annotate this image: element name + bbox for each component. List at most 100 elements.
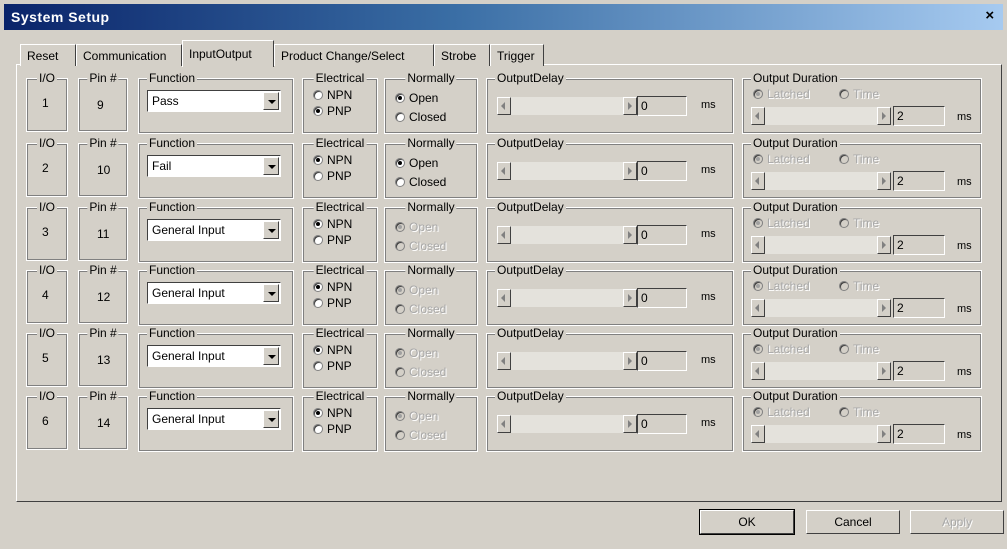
tab-communication[interactable]: Communication <box>76 44 182 66</box>
npn-radio-dot <box>313 345 323 355</box>
tab-product-change-select[interactable]: Product Change/Select <box>274 44 434 66</box>
scroll-left-icon[interactable] <box>497 289 511 307</box>
latched-radio-label: Latched <box>767 152 810 166</box>
function-select[interactable]: Fail <box>147 155 281 177</box>
scroll-left-icon[interactable] <box>751 362 765 380</box>
open-radio-label: Open <box>409 409 439 423</box>
close-icon[interactable]: × <box>981 7 999 25</box>
function-select[interactable]: General Input <box>147 345 281 367</box>
output-delay-slider[interactable] <box>497 226 637 244</box>
output-delay-group: OutputDelay 0 ms <box>486 326 734 389</box>
ok-button[interactable]: OK <box>699 509 795 535</box>
output-duration-value: 2 <box>893 424 945 444</box>
electrical-group-label: Electrical <box>313 326 367 340</box>
output-duration-unit: ms <box>957 176 972 188</box>
output-duration-slider[interactable] <box>751 236 891 254</box>
chevron-down-icon[interactable] <box>263 410 279 428</box>
electrical-group: Electrical NPN PNP <box>302 71 378 134</box>
cancel-button[interactable]: Cancel <box>806 510 900 534</box>
scroll-left-icon[interactable] <box>751 236 765 254</box>
scroll-left-icon[interactable] <box>751 107 765 125</box>
pin-group: Pin # 13 <box>78 326 128 387</box>
electrical-group: Electrical NPN PNP <box>302 263 378 326</box>
normally-group-label: Normally <box>405 326 457 340</box>
function-group: Function General Input <box>138 200 294 263</box>
scroll-left-icon[interactable] <box>751 425 765 443</box>
scroll-right-icon[interactable] <box>623 226 637 244</box>
io-group-label: I/O <box>36 71 58 85</box>
latched-radio-label: Latched <box>767 216 810 230</box>
closed-radio-dot <box>395 177 405 187</box>
scroll-left-icon[interactable] <box>497 226 511 244</box>
output-delay-group-label: OutputDelay <box>495 263 566 277</box>
output-delay-slider[interactable] <box>497 162 637 180</box>
chevron-down-icon[interactable] <box>263 92 279 110</box>
latched-radio-dot <box>753 344 763 354</box>
output-delay-slider[interactable] <box>497 415 637 433</box>
pnp-radio-dot <box>313 171 323 181</box>
scroll-right-icon[interactable] <box>623 352 637 370</box>
function-select[interactable]: General Input <box>147 408 281 430</box>
function-group: Function Pass <box>138 71 294 134</box>
pin-group: Pin # 14 <box>78 389 128 450</box>
function-select[interactable]: General Input <box>147 219 281 241</box>
scroll-right-icon[interactable] <box>623 289 637 307</box>
npn-radio-dot <box>313 219 323 229</box>
pnp-radio-label: PNP <box>327 296 352 310</box>
scroll-right-icon[interactable] <box>877 107 891 125</box>
chevron-down-icon[interactable] <box>263 221 279 239</box>
output-delay-value: 0 <box>637 225 687 245</box>
closed-radio-label: Closed <box>409 175 447 189</box>
scroll-left-icon[interactable] <box>497 415 511 433</box>
tab-inputoutput[interactable]: InputOutput <box>182 40 274 67</box>
output-duration-slider[interactable] <box>751 107 891 125</box>
output-delay-slider[interactable] <box>497 352 637 370</box>
output-duration-slider[interactable] <box>751 172 891 190</box>
function-group: Function Fail <box>138 136 294 199</box>
chevron-down-icon[interactable] <box>263 157 279 175</box>
scroll-right-icon[interactable] <box>623 415 637 433</box>
output-delay-group-label: OutputDelay <box>495 200 566 214</box>
io-group: I/O 5 <box>26 326 68 387</box>
scroll-right-icon[interactable] <box>877 172 891 190</box>
scroll-right-icon[interactable] <box>877 362 891 380</box>
pin-group-label: Pin # <box>87 200 119 214</box>
scroll-right-icon[interactable] <box>623 97 637 115</box>
npn-radio-label: NPN <box>327 88 353 102</box>
output-duration-slider[interactable] <box>751 299 891 317</box>
scroll-left-icon[interactable] <box>497 97 511 115</box>
scroll-right-icon[interactable] <box>623 162 637 180</box>
function-select[interactable]: Pass <box>147 90 281 112</box>
npn-radio-label: NPN <box>327 280 353 294</box>
latched-radio-dot <box>753 281 763 291</box>
pin-number: 13 <box>97 353 111 367</box>
io-number: 3 <box>42 225 49 239</box>
output-duration-slider[interactable] <box>751 425 891 443</box>
npn-radio-label: NPN <box>327 343 353 357</box>
chevron-down-icon[interactable] <box>263 284 279 302</box>
time-radio-label: Time <box>853 152 880 166</box>
io-group: I/O 3 <box>26 200 68 261</box>
scroll-right-icon[interactable] <box>877 425 891 443</box>
scroll-left-icon[interactable] <box>751 172 765 190</box>
output-delay-slider[interactable] <box>497 289 637 307</box>
tab-trigger[interactable]: Trigger <box>490 44 544 66</box>
function-select[interactable]: General Input <box>147 282 281 304</box>
normally-group-label: Normally <box>405 200 457 214</box>
io-group: I/O 4 <box>26 263 68 324</box>
scroll-left-icon[interactable] <box>497 352 511 370</box>
output-duration-slider[interactable] <box>751 362 891 380</box>
chevron-down-icon[interactable] <box>263 347 279 365</box>
scroll-left-icon[interactable] <box>497 162 511 180</box>
output-delay-slider[interactable] <box>497 97 637 115</box>
scroll-left-icon[interactable] <box>751 299 765 317</box>
tab-reset[interactable]: Reset <box>20 44 76 66</box>
scroll-right-icon[interactable] <box>877 299 891 317</box>
tab-strobe[interactable]: Strobe <box>434 44 490 66</box>
io-group-label: I/O <box>36 389 58 403</box>
normally-group: Normally Open Closed <box>384 200 478 263</box>
output-duration-group: Output Duration Latched Time 2 ms <box>742 389 982 452</box>
scroll-right-icon[interactable] <box>877 236 891 254</box>
io-group: I/O 2 <box>26 136 68 197</box>
output-delay-unit: ms <box>701 164 716 176</box>
